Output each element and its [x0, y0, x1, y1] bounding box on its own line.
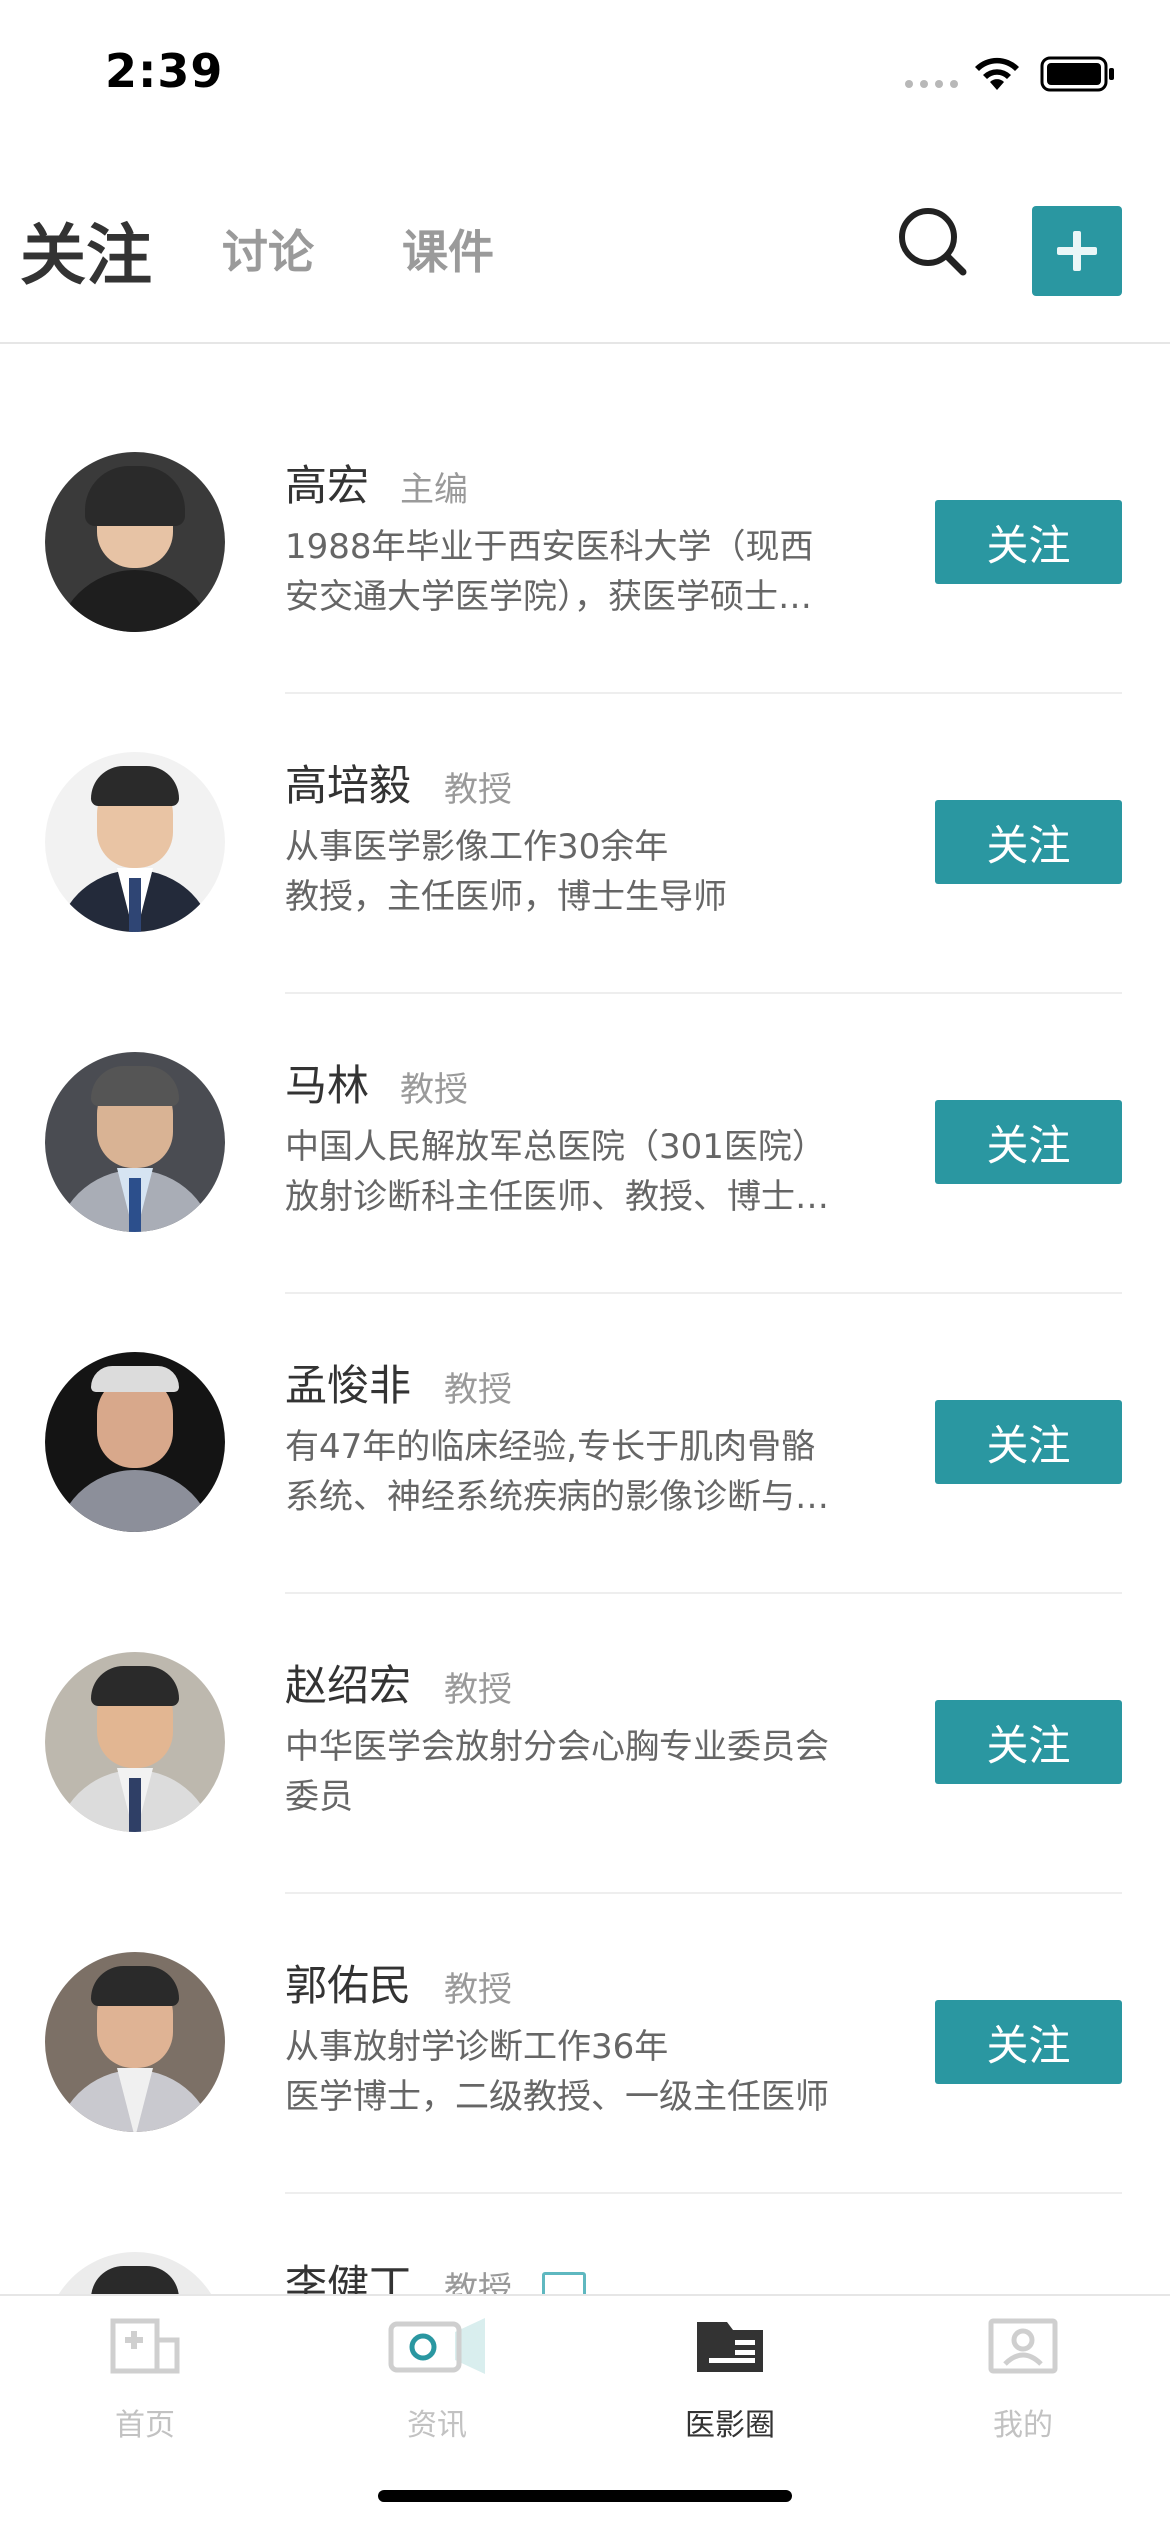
- plus-icon: [1057, 231, 1097, 271]
- avatar: [45, 1652, 225, 1832]
- expert-name: 高培毅: [285, 761, 412, 810]
- list-item[interactable]: 李健丁 教授: [0, 2144, 1170, 2294]
- tab-circle-label: 医影圈: [685, 2408, 775, 2443]
- avatar: [45, 752, 225, 932]
- search-icon: [899, 208, 967, 276]
- expert-title: 教授: [444, 2270, 512, 2294]
- tab-home-label: 首页: [115, 2408, 175, 2443]
- list-item[interactable]: 郭佑民 教授 从事放射学诊断工作36年 医学博士，二级教授、一级主任医师 关注: [0, 1844, 1170, 2194]
- follow-button[interactable]: 关注: [935, 1100, 1122, 1184]
- expert-name: 孟悛非: [285, 1361, 412, 1410]
- follow-button[interactable]: 关注: [935, 1700, 1122, 1784]
- home-icon: [110, 2318, 180, 2374]
- expert-title: 教授: [444, 770, 512, 810]
- expert-name: 高宏: [285, 461, 370, 510]
- tab-profile-label: 我的: [993, 2408, 1053, 2443]
- circle-icon: [697, 2322, 763, 2372]
- list-item[interactable]: 高宏 主编 1988年毕业于西安医科大学（现西安交通大学医学院），获医学硕士学位…: [0, 344, 1170, 694]
- avatar: [45, 1952, 225, 2132]
- expert-description: 中国人民解放军总医院（301医院）放射诊断科主任医师、教授、博士生导师: [285, 1127, 829, 1217]
- news-video-icon: [388, 2318, 485, 2374]
- tab-discussion[interactable]: 讨论: [222, 216, 314, 282]
- expert-name: 李健丁: [285, 2261, 412, 2294]
- wifi-icon: [975, 57, 1019, 90]
- search-button[interactable]: [895, 204, 971, 280]
- avatar: [45, 1052, 225, 1232]
- expert-description: 1988年毕业于西安医科大学（现西安交通大学医学院），获医学硕士学位: [285, 527, 814, 617]
- expert-title: 教授: [444, 1970, 512, 2010]
- tab-following[interactable]: 关注: [20, 202, 152, 298]
- top-header: 关注 讨论 课件: [0, 180, 1170, 344]
- add-button[interactable]: [1032, 206, 1122, 296]
- tab-profile[interactable]: 我的: [923, 2318, 1123, 2444]
- cellular-signal-icon: [905, 80, 958, 88]
- follow-button[interactable]: 关注: [935, 2000, 1122, 2084]
- expert-title: 主编: [400, 470, 468, 510]
- status-time: 2:39: [105, 44, 224, 98]
- home-indicator: [378, 2490, 792, 2502]
- expert-title: 教授: [400, 1070, 468, 1110]
- tab-news[interactable]: 资讯: [337, 2318, 537, 2444]
- expert-title: 教授: [444, 1670, 512, 1710]
- expert-description: 从事放射学诊断工作36年 医学博士，二级教授、一级主任医师: [285, 2027, 829, 2117]
- list-item[interactable]: 赵绍宏 教授 中华医学会放射分会心胸专业委员会委员 关注: [0, 1544, 1170, 1894]
- avatar: [45, 452, 225, 632]
- follow-button[interactable]: 关注: [935, 1400, 1122, 1484]
- follow-button[interactable]: 关注: [935, 800, 1122, 884]
- follow-button[interactable]: 关注: [935, 500, 1122, 584]
- expert-name: 郭佑民: [285, 1961, 412, 2010]
- expert-description: 中华医学会放射分会心胸专业委员会委员: [285, 1727, 829, 1817]
- battery-icon: [1040, 56, 1114, 92]
- tab-news-label: 资讯: [407, 2408, 467, 2443]
- expert-description: 有47年的临床经验,专长于肌肉骨骼系统、神经系统疾病的影像诊断与研究: [285, 1427, 829, 1517]
- profile-icon: [988, 2318, 1058, 2374]
- certificate-icon: [542, 2272, 586, 2294]
- expert-title: 教授: [444, 1370, 512, 1410]
- tab-home[interactable]: 首页: [45, 2318, 245, 2444]
- expert-list[interactable]: 高宏 主编 1988年毕业于西安医科大学（现西安交通大学医学院），获医学硕士学位…: [0, 344, 1170, 2294]
- avatar: [45, 1352, 225, 1532]
- expert-name: 马林: [285, 1061, 370, 1110]
- expert-description: 从事医学影像工作30余年 教授，主任医师，博士生导师: [285, 827, 727, 917]
- status-bar: 2:39: [0, 0, 1170, 140]
- expert-name: 赵绍宏: [285, 1661, 412, 1710]
- tab-circle[interactable]: 医影圈: [630, 2318, 830, 2444]
- list-item[interactable]: 马林 教授 中国人民解放军总医院（301医院）放射诊断科主任医师、教授、博士生导…: [0, 944, 1170, 1294]
- list-item[interactable]: 高培毅 教授 从事医学影像工作30余年 教授，主任医师，博士生导师 关注: [0, 644, 1170, 994]
- avatar: [45, 2252, 225, 2294]
- tab-courseware[interactable]: 课件: [402, 216, 494, 282]
- list-item[interactable]: 孟悛非 教授 有47年的临床经验,专长于肌肉骨骼系统、神经系统疾病的影像诊断与研…: [0, 1244, 1170, 1594]
